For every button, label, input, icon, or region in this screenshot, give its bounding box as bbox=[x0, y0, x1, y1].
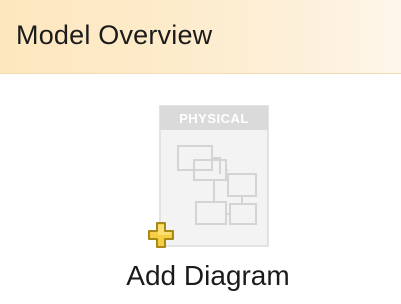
add-diagram-label: Add Diagram bbox=[126, 260, 290, 291]
add-plus-icon bbox=[148, 222, 174, 248]
panel-header: Model Overview bbox=[0, 0, 401, 74]
model-overview-panel: Model Overview PHYSICAL Add Diagram bbox=[0, 0, 401, 304]
add-diagram-button[interactable]: PHYSICAL Add Diagram bbox=[120, 104, 300, 302]
panel-title: Model Overview bbox=[16, 20, 213, 50]
physical-badge-text: PHYSICAL bbox=[179, 111, 249, 126]
